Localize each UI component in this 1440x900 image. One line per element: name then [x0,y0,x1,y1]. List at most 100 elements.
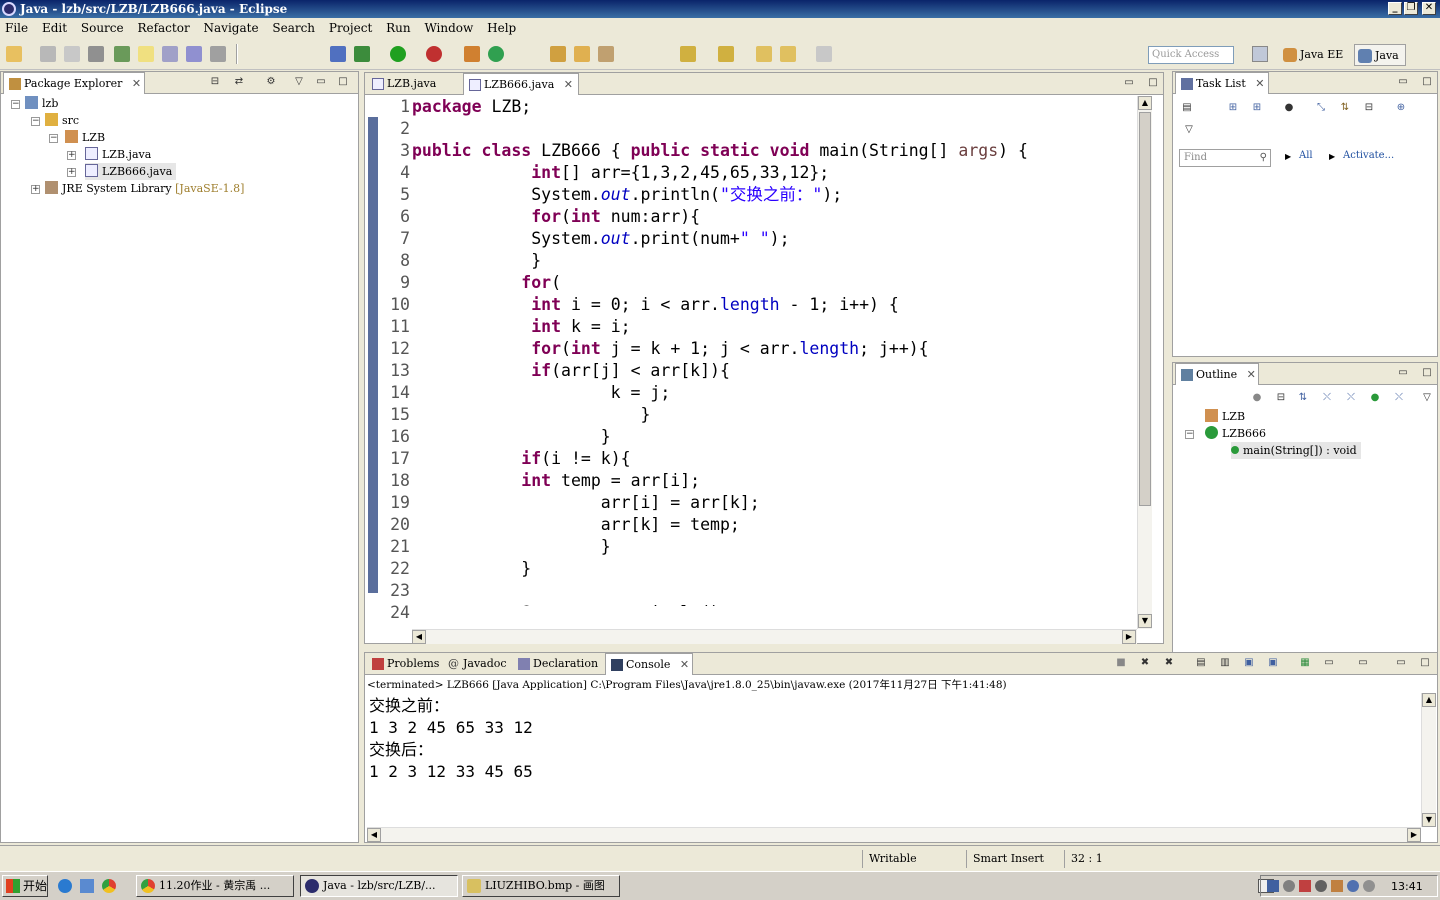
menu-file[interactable]: File [0,18,33,35]
perspective-java[interactable]: Java [1354,44,1406,66]
open-task-icon[interactable] [574,46,590,62]
code-area[interactable]: package LZB; public class LZB666 { publi… [412,96,1137,606]
close-icon[interactable]: ✕ [680,654,689,676]
sort-icon[interactable]: ⇅ [1297,392,1309,404]
code-line[interactable]: } [412,558,1137,580]
expander-icon[interactable]: + [67,168,76,177]
network-icon[interactable] [1267,880,1279,892]
hide-completed-icon[interactable]: ● [1283,102,1295,114]
console-horizontal-scrollbar[interactable]: ◀ ▶ [367,827,1421,842]
print-icon[interactable] [88,46,104,62]
new-icon[interactable] [6,46,22,62]
save-icon[interactable] [40,46,56,62]
scheduled-icon[interactable]: ⊞ [1251,102,1263,114]
console-output[interactable]: 交换之前： 1 3 2 45 65 33 12 交换后： 1 2 3 12 33… [369,695,533,783]
tray-app-icon[interactable] [1331,880,1343,892]
show-on-output-icon[interactable]: ▣ [1267,657,1279,669]
minimize-view-icon[interactable]: ▭ [315,76,327,88]
tray-app-icon[interactable] [1283,880,1295,892]
tree-item-src[interactable]: src [45,112,79,129]
terminate-icon[interactable]: ■ [1115,657,1127,669]
tab-package-explorer[interactable]: Package Explorer ✕ [3,72,145,94]
tray-app-icon[interactable] [1315,880,1327,892]
code-line[interactable] [412,118,1137,140]
scroll-right-icon[interactable]: ▶ [1122,630,1136,644]
expander-icon[interactable]: + [31,185,40,194]
ie-icon[interactable] [58,879,72,893]
open-console-icon[interactable]: ▭ [1357,657,1369,669]
tree-item-jre-library[interactable]: JRE System Library [JavaSE-1.8] [45,180,244,197]
tree-item-project[interactable]: lzb [25,95,58,112]
code-line[interactable]: int k = i; [412,316,1137,338]
taskbar-button-chrome[interactable]: 11.20作业 - 黄宗禹 ... [136,875,294,897]
block-selection-icon[interactable] [186,46,202,62]
collapse-all-icon[interactable]: ⊟ [1363,102,1375,114]
code-line[interactable]: package LZB; [412,96,1137,118]
expander-icon[interactable]: − [1185,430,1194,439]
minimize-view-icon[interactable]: ▭ [1395,657,1407,669]
code-line[interactable]: public class LZB666 { public static void… [412,140,1137,162]
skip-breakpoints-icon[interactable] [330,46,346,62]
new-java-project-icon[interactable] [464,46,480,62]
outline-item-class[interactable]: LZB666 [1205,425,1266,442]
clear-console-icon[interactable]: ▤ [1195,657,1207,669]
code-line[interactable]: int[] arr={1,3,2,45,65,33,12}; [412,162,1137,184]
link-editor-icon[interactable]: ⇄ [233,76,245,88]
menu-run[interactable]: Run [381,18,416,35]
open-perspective-icon[interactable] [1252,46,1268,62]
maximize-view-icon[interactable]: □ [1147,77,1159,89]
menu-navigate[interactable]: Navigate [199,18,264,35]
remove-all-launches-icon[interactable]: ✖ [1163,657,1175,669]
scroll-lock-icon[interactable]: ▥ [1219,657,1231,669]
scroll-right-icon[interactable]: ▶ [1407,828,1421,842]
minimize-view-icon[interactable]: ▭ [1397,367,1409,379]
scroll-down-icon[interactable]: ▼ [1422,813,1436,827]
focus-icon[interactable]: ⤡ [1315,102,1327,114]
previous-annotation-icon[interactable] [718,46,734,62]
tree-item-lzb-java[interactable]: LZB.java [85,146,151,163]
menu-source[interactable]: Source [76,18,129,35]
tree-item-lzb666-java[interactable]: LZB666.java [85,163,177,180]
code-line[interactable]: System.out.println(); [412,602,1137,606]
pin-console-icon[interactable]: ▦ [1299,657,1311,669]
tab-problems[interactable]: Problems [367,653,441,675]
view-menu-icon[interactable]: ▽ [293,76,305,88]
remove-launch-icon[interactable]: ✖ [1139,657,1151,669]
annotation-icon[interactable] [162,46,178,62]
collapse-all-icon[interactable]: ⊟ [209,76,221,88]
show-whitespace-icon[interactable] [210,46,226,62]
tray-app-icon[interactable] [1299,880,1311,892]
maximize-view-icon[interactable]: □ [1421,76,1433,88]
scroll-up-icon[interactable]: ▲ [1422,693,1436,707]
scroll-left-icon[interactable]: ◀ [367,828,381,842]
code-line[interactable]: if(i != k){ [412,448,1137,470]
tray-app-icon[interactable] [1347,880,1359,892]
close-button[interactable]: ✕ [1422,2,1436,15]
minimize-button[interactable]: _ [1388,2,1402,15]
scroll-left-icon[interactable]: ◀ [412,630,426,644]
next-annotation-icon[interactable] [680,46,696,62]
hide-fields-icon[interactable]: ⤬ [1321,392,1333,404]
save-all-icon[interactable] [64,46,80,62]
tab-lzb666-java[interactable]: LZB666.java ✕ [463,73,579,95]
new-task-icon[interactable]: ▤ [1181,102,1193,114]
repository-icon[interactable]: ⊕ [1395,102,1407,114]
tree-item-package[interactable]: LZB [65,129,105,146]
code-line[interactable]: int temp = arr[i]; [412,470,1137,492]
maximize-view-icon[interactable]: □ [337,76,349,88]
code-line[interactable]: System.out.println("交换之前："); [412,184,1137,206]
perspective-java-ee[interactable]: Java EE [1280,44,1349,66]
hide-local-types-icon[interactable]: ⤬ [1393,392,1405,404]
view-menu-icon[interactable]: ▽ [1421,392,1433,404]
code-line[interactable]: } [412,426,1137,448]
scroll-up-icon[interactable]: ▲ [1138,96,1152,110]
task-find-input[interactable]: Find ⚲ [1179,149,1271,167]
close-icon[interactable]: ✕ [564,74,573,96]
code-line[interactable]: for( [412,272,1137,294]
taskbar-button-paint[interactable]: LIUZHIBO.bmp - 画图 [462,875,620,897]
tab-lzb-java[interactable]: LZB.java [367,73,471,95]
menu-search[interactable]: Search [267,18,320,35]
code-line[interactable]: if(arr[j] < arr[k]){ [412,360,1137,382]
code-line[interactable]: } [412,404,1137,426]
outline-item-method[interactable]: main(String[]) : void [1231,442,1361,459]
